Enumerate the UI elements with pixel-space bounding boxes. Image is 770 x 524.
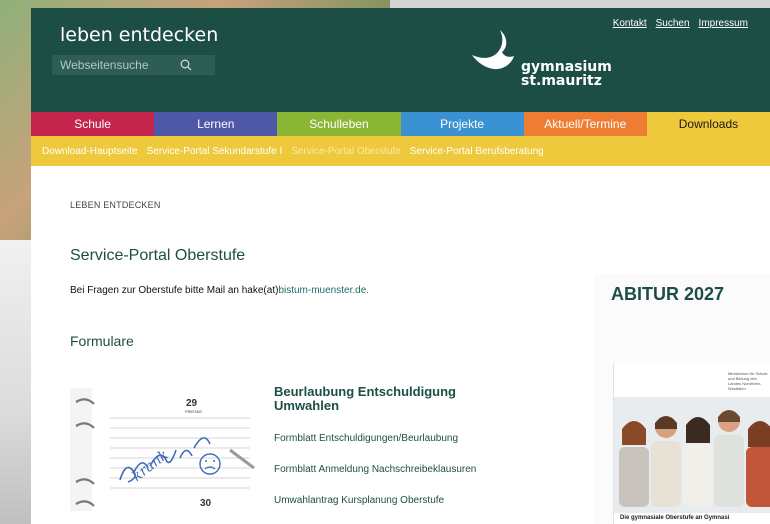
impressum-link[interactable]: Impressum bbox=[699, 18, 748, 29]
main-navigation: Schule Lernen Schulleben Projekte Aktuel… bbox=[31, 112, 770, 136]
breadcrumb[interactable]: LEBEN ENTDECKEN bbox=[70, 200, 161, 210]
calendar-date-30: 30 bbox=[200, 498, 212, 509]
nav-tab-schulleben[interactable]: Schulleben bbox=[277, 112, 401, 136]
top-links: Kontakt Suchen Impressum bbox=[613, 18, 748, 29]
site-header: leben entdecken gymnasium st.mauritz Kon… bbox=[31, 8, 770, 112]
school-logo-text[interactable]: gymnasium st.mauritz bbox=[521, 60, 612, 88]
calendar-thumbnail: 29 FREITAG krank 30 bbox=[70, 388, 256, 511]
search-icon[interactable] bbox=[180, 59, 192, 71]
site-tagline: leben entdecken bbox=[60, 24, 219, 46]
calendar-date-29: 29 bbox=[186, 398, 198, 409]
logo-line-2: st.mauritz bbox=[521, 73, 602, 89]
abitur-flyer[interactable]: Ministerium für Schule und Bildung des L… bbox=[613, 363, 770, 524]
subnav-sekundarstufe[interactable]: Service-Portal Sekundarstufe I bbox=[147, 146, 283, 157]
card-title: Beurlaubung Entschuldigung Umwahlen bbox=[274, 384, 456, 413]
flyer-ministry-text: Ministerium für Schule und Bildung des L… bbox=[728, 371, 768, 391]
nav-tab-schule[interactable]: Schule bbox=[31, 112, 155, 136]
doc-link-nachschreibeklausuren[interactable]: Formblatt Anmeldung Nachschreibeklausure… bbox=[274, 464, 476, 475]
flyer-caption: Die gymnasiale Oberstufe an Gymnasi bbox=[620, 515, 730, 521]
nav-tab-lernen[interactable]: Lernen bbox=[154, 112, 278, 136]
subnav-download-hauptseite[interactable]: Download-Hauptseite bbox=[42, 146, 138, 157]
sub-navigation: Download-Hauptseite Service-Portal Sekun… bbox=[31, 136, 770, 166]
browser-page: leben entdecken gymnasium st.mauritz Kon… bbox=[31, 8, 770, 524]
info-text: Bei Fragen zur Oberstufe bitte Mail an h… bbox=[70, 285, 369, 296]
section-title: Formulare bbox=[70, 333, 134, 349]
subnav-berufsberatung[interactable]: Service-Portal Berufsberatung bbox=[410, 146, 544, 157]
info-prefix: Bei Fragen zur Oberstufe bitte Mail an h… bbox=[70, 285, 279, 296]
page-title: Service-Portal Oberstufe bbox=[70, 247, 246, 264]
search-box[interactable] bbox=[52, 55, 215, 75]
calendar-weekday: FREITAG bbox=[185, 409, 203, 414]
search-input[interactable] bbox=[52, 57, 172, 73]
nav-tab-downloads[interactable]: Downloads bbox=[646, 112, 770, 136]
email-link[interactable]: bistum-muenster.de. bbox=[278, 285, 369, 296]
logo-line-1: gymnasium bbox=[521, 59, 612, 75]
sidebar-heading: ABITUR 2027 bbox=[611, 284, 725, 304]
nav-tab-projekte[interactable]: Projekte bbox=[400, 112, 524, 136]
kontakt-link[interactable]: Kontakt bbox=[613, 18, 647, 29]
subnav-oberstufe[interactable]: Service-Portal Oberstufe bbox=[291, 146, 401, 157]
suchen-link[interactable]: Suchen bbox=[656, 18, 690, 29]
doc-link-entschuldigung[interactable]: Formblatt Entschuldigungen/Beurlaubung bbox=[274, 433, 458, 444]
nav-tab-aktuell[interactable]: Aktuell/Termine bbox=[523, 112, 647, 136]
doc-link-umwahlantrag[interactable]: Umwahlantrag Kursplanung Oberstufe bbox=[274, 495, 444, 506]
dove-logo-icon[interactable] bbox=[468, 28, 516, 76]
